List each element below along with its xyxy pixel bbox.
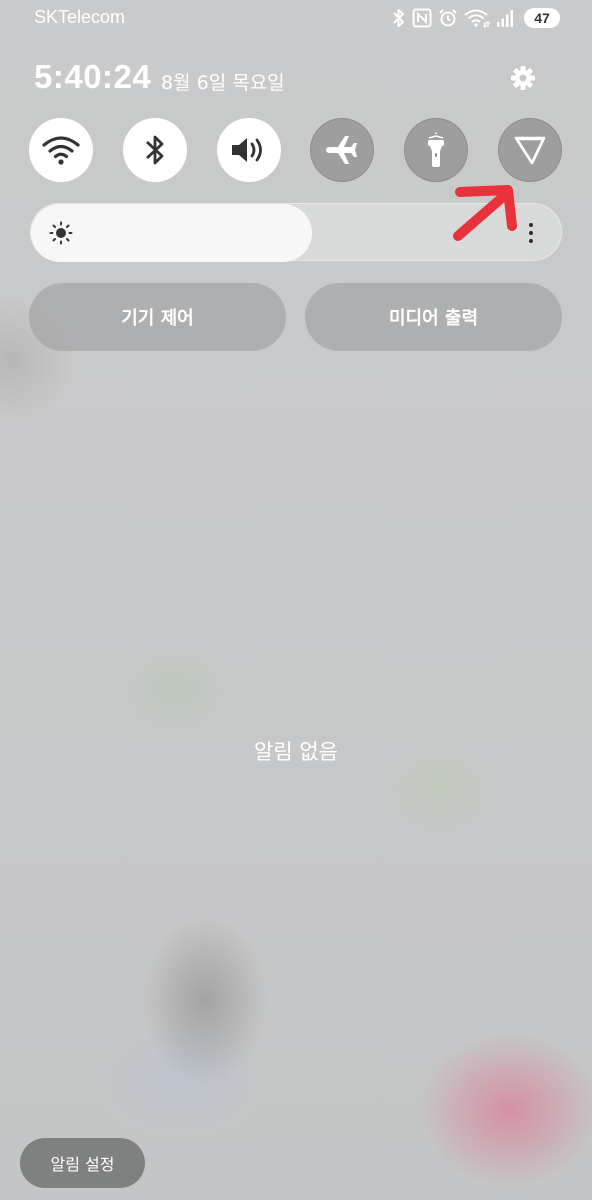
bluetooth-icon bbox=[393, 9, 404, 27]
more-dot bbox=[529, 223, 533, 227]
gear-icon bbox=[511, 66, 535, 90]
more-dot bbox=[529, 231, 533, 235]
signal-icon bbox=[497, 10, 513, 27]
wifi-icon bbox=[42, 136, 80, 165]
sound-toggle[interactable] bbox=[217, 118, 281, 182]
clock-time: 5:40:24 bbox=[34, 58, 152, 95]
media-output-button[interactable]: 미디어 출력 bbox=[305, 283, 562, 351]
airplane-mode-toggle[interactable] bbox=[310, 118, 374, 182]
sun-icon bbox=[49, 221, 73, 245]
brightness-fill bbox=[31, 204, 312, 262]
battery-indicator: 47 bbox=[524, 8, 560, 28]
bluetooth-icon bbox=[146, 135, 164, 165]
airplane-icon bbox=[326, 136, 357, 164]
clock-date: 8월 6일 목요일 bbox=[161, 72, 285, 94]
carrier-name: SKTelecom bbox=[34, 7, 126, 27]
no-notifications-text: 알림 없음 bbox=[254, 740, 338, 764]
triangle-icon bbox=[514, 136, 546, 165]
wifi-toggle[interactable] bbox=[29, 118, 93, 182]
settings-button[interactable] bbox=[507, 62, 539, 94]
power-saving-toggle[interactable] bbox=[498, 118, 562, 182]
more-dot bbox=[529, 239, 533, 243]
wifi-icon bbox=[464, 9, 490, 28]
notification-settings-button[interactable]: 알림 설정 bbox=[20, 1138, 145, 1188]
flashlight-toggle[interactable] bbox=[404, 118, 468, 182]
speaker-icon bbox=[232, 138, 262, 162]
bluetooth-toggle[interactable] bbox=[123, 118, 187, 182]
status-icons: 47 bbox=[392, 6, 560, 30]
status-bar: SKTelecom 47 bbox=[0, 0, 592, 36]
alarm-icon bbox=[439, 9, 457, 27]
nfc-icon bbox=[412, 8, 432, 28]
annotation-arrow bbox=[453, 185, 517, 241]
flashlight-icon bbox=[428, 132, 444, 167]
device-control-button[interactable]: 기기 제어 bbox=[29, 283, 286, 351]
